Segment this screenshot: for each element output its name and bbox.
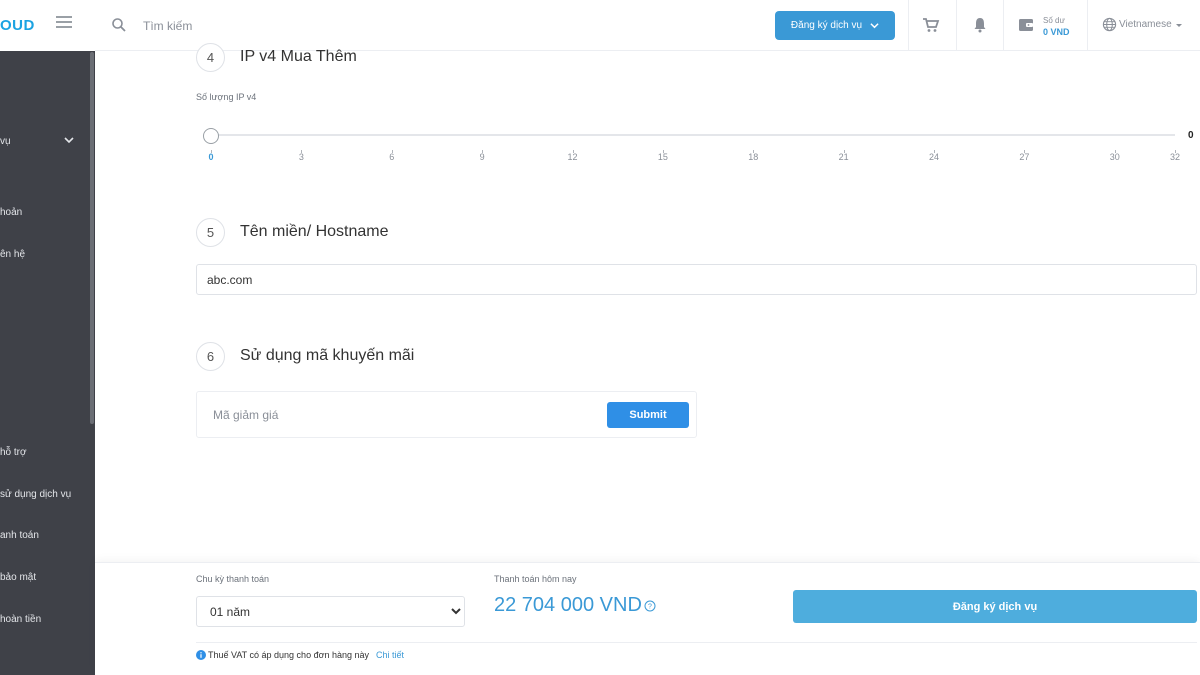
total-price: 22 704 000 VND ? (494, 594, 656, 617)
header-divider (908, 0, 909, 51)
ip-slider-value: 0 (1188, 130, 1194, 141)
wallet-icon[interactable] (1017, 16, 1035, 34)
hostname-input[interactable] (196, 264, 1197, 295)
sidebar: vụ hoản ên hệ hỗ trợ sử dụng dịch vụ anh… (0, 0, 95, 675)
slider-tick-label: 12 (567, 152, 578, 162)
slider-tick-label: 15 (657, 152, 668, 162)
ip-quantity-label: Số lượng IP v4 (196, 92, 257, 102)
vat-note-text: Thuế VAT có áp dụng cho đơn hàng này (208, 650, 370, 660)
slider-tick-label: 3 (298, 152, 304, 162)
slider-tick-label: 18 (748, 152, 759, 162)
cart-icon[interactable] (922, 16, 940, 34)
slider-tick-label: 9 (479, 152, 485, 162)
help-icon[interactable]: ? (644, 600, 656, 612)
logo-bar: OUD (0, 0, 95, 51)
slider-tick-label: 32 (1169, 152, 1181, 162)
language-label: Vietnamese (1119, 19, 1172, 30)
vat-details-link[interactable]: Chi tiết (376, 650, 404, 660)
step-number: 4 (196, 43, 225, 72)
sidebar-item-services[interactable]: vụ (0, 136, 11, 147)
promo-submit-button[interactable]: Submit (607, 402, 689, 428)
slider-tick-label: 21 (838, 152, 849, 162)
sidebar-scrollbar[interactable] (90, 52, 94, 424)
info-icon (196, 650, 206, 660)
sidebar-item-security[interactable]: bảo mật (0, 572, 36, 583)
search-input[interactable] (143, 16, 403, 36)
register-service-label: Đăng ký dịch vụ (790, 20, 863, 31)
search-icon (112, 18, 126, 32)
top-header: Đăng ký dịch vụ Số dư 0 VND Vietnamese (95, 0, 1200, 51)
globe-icon (1102, 17, 1117, 32)
slider-tick-label: 27 (1019, 152, 1030, 162)
chevron-down-icon (870, 23, 879, 29)
sidebar-item-account[interactable]: hoản (0, 207, 22, 218)
sidebar-item-support[interactable]: hỗ trợ (0, 447, 27, 458)
logo[interactable]: OUD (0, 17, 35, 34)
promo-code-input[interactable] (213, 406, 573, 424)
today-payment-label: Thanh toán hôm nay (494, 574, 577, 584)
slider-tick-label: 6 (389, 152, 395, 162)
footer-divider (196, 642, 1197, 643)
total-price-value: 22 704 000 VND (494, 594, 642, 616)
language-selector[interactable]: Vietnamese (1102, 17, 1184, 32)
billing-cycle-select[interactable]: 01 năm (196, 596, 465, 627)
header-divider (1087, 0, 1088, 51)
caret-down-icon (1175, 23, 1182, 27)
promo-code-box: Submit (196, 391, 697, 438)
bell-icon[interactable] (971, 16, 989, 34)
step-number: 6 (196, 342, 225, 371)
slider-tick-label: 30 (1109, 152, 1120, 162)
sidebar-item-service-usage[interactable]: sử dụng dịch vụ (0, 489, 71, 500)
register-service-button[interactable]: Đăng ký dịch vụ (793, 590, 1197, 623)
header-divider (1003, 0, 1004, 51)
step-title: IP v4 Mua Thêm (240, 48, 357, 65)
slider-tick-label: 24 (928, 152, 940, 162)
ip-slider-thumb[interactable] (203, 128, 219, 144)
register-service-dropdown[interactable]: Đăng ký dịch vụ (775, 11, 895, 40)
step-title: Sử dụng mã khuyến mãi (240, 347, 415, 364)
step-number: 5 (196, 218, 225, 247)
chevron-down-icon[interactable] (64, 135, 74, 145)
balance-label: Số dư (1043, 16, 1065, 25)
sidebar-item-payment[interactable]: anh toán (0, 530, 39, 541)
vat-note: Thuế VAT có áp dụng cho đơn hàng này Chi… (196, 650, 404, 660)
sidebar-item-contact[interactable]: ên hệ (0, 249, 25, 260)
order-footer: Chu kỳ thanh toán 01 năm Thanh toán hôm … (95, 562, 1200, 675)
slider-tick-label: 0 (208, 152, 214, 162)
billing-cycle-label: Chu kỳ thanh toán (196, 574, 270, 584)
ip-slider-track[interactable] (211, 134, 1175, 136)
step-title: Tên miền/ Hostname (240, 223, 389, 240)
menu-icon[interactable] (56, 16, 72, 32)
balance-value: 0 VND (1043, 27, 1070, 37)
svg-text:?: ? (648, 603, 652, 610)
header-divider (956, 0, 957, 51)
sidebar-item-refund[interactable]: hoàn tiền (0, 614, 41, 625)
